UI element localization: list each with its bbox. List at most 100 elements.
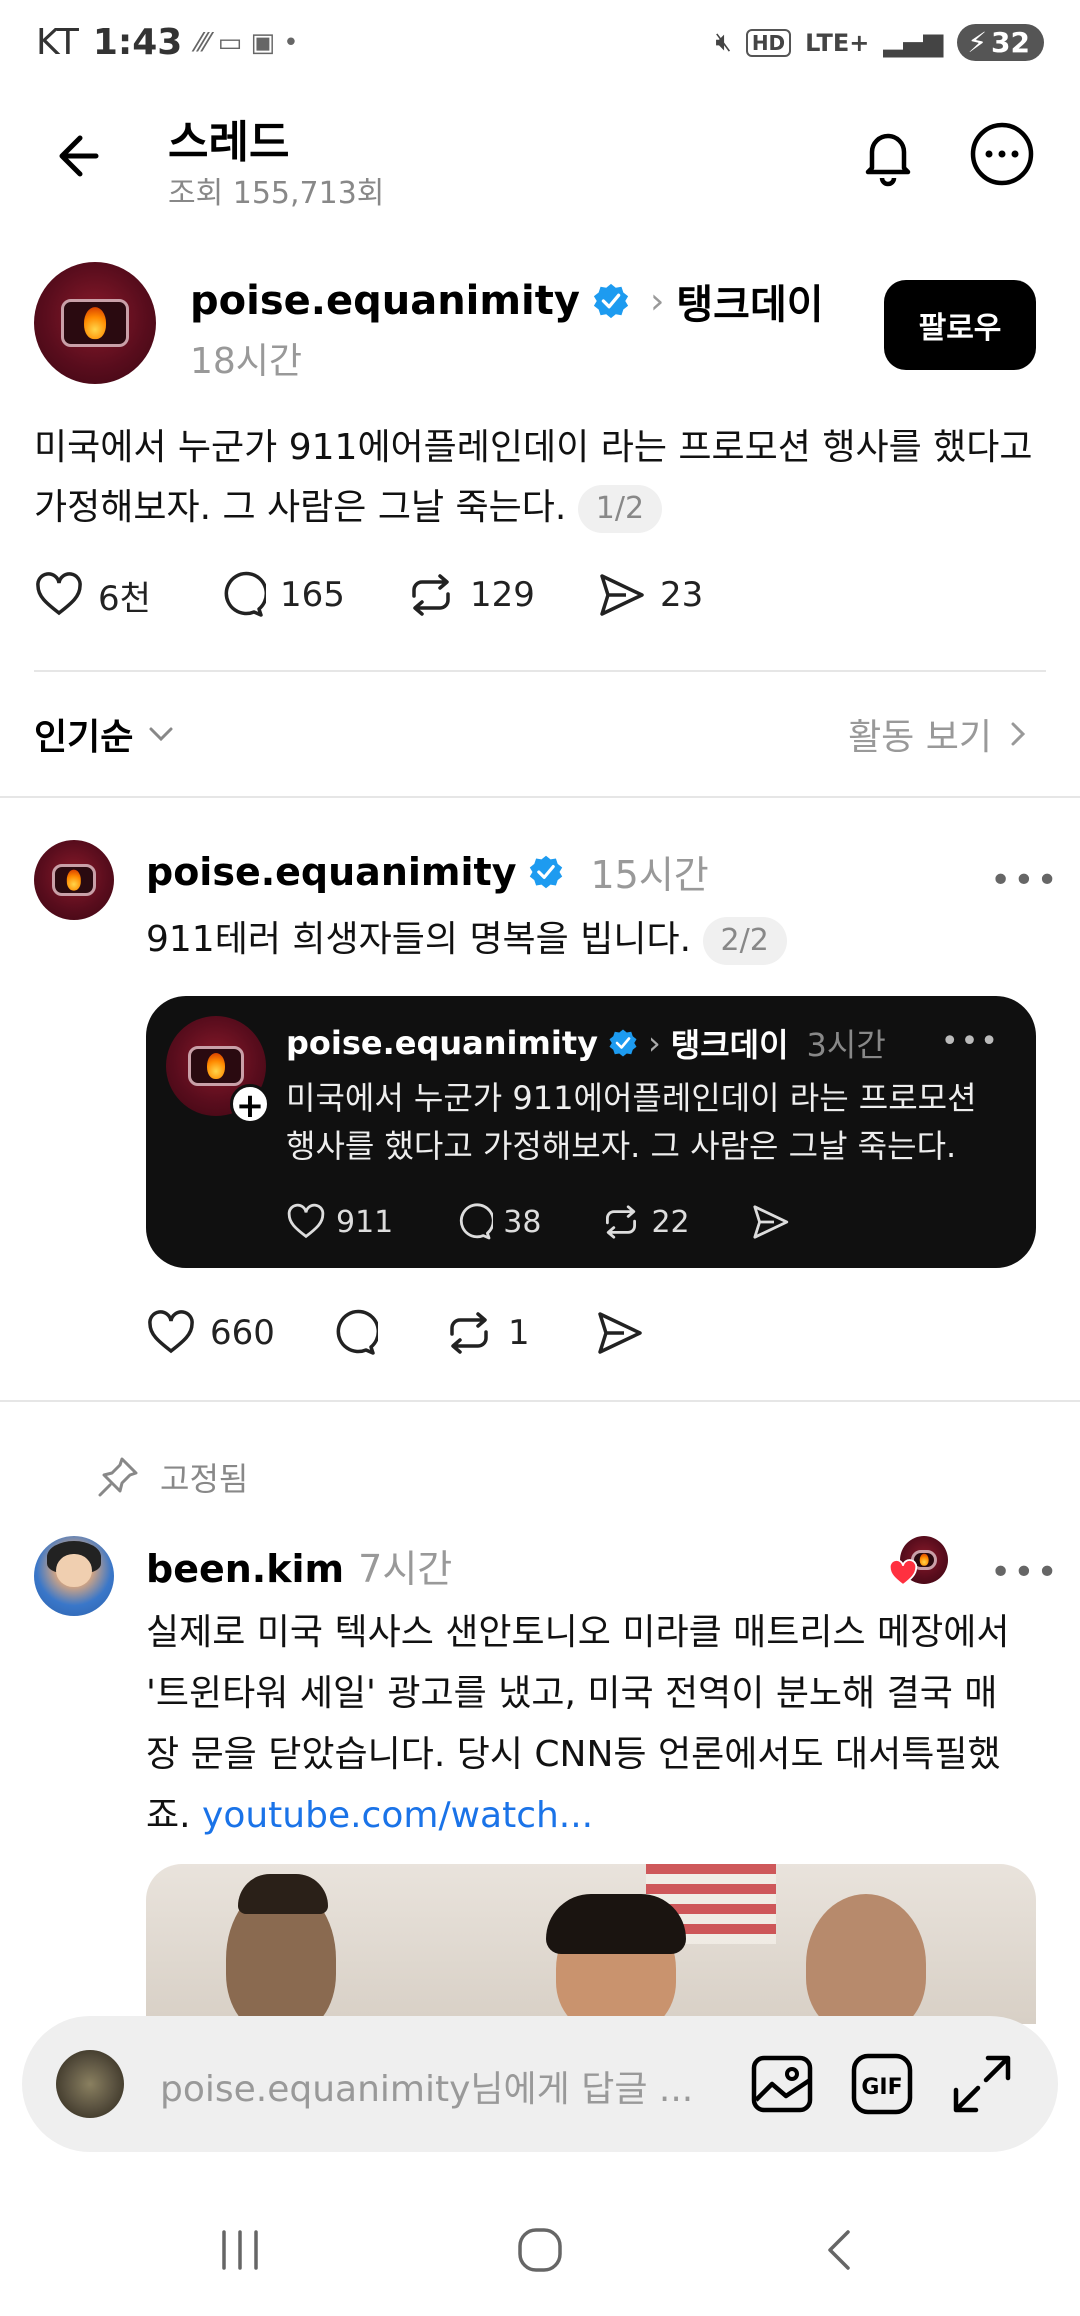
topic-tag: 탱크데이 <box>670 1026 789 1064</box>
topic-tag[interactable]: 탱크데이 <box>676 272 823 330</box>
mute-icon: 🔇︎ <box>715 27 732 57</box>
heart-filled-icon <box>888 1559 918 1587</box>
section-divider <box>0 1400 1080 1402</box>
repost-count: 1 <box>508 1313 530 1353</box>
notification-icons: ⁄⁄⁄ ▭ ▣ • <box>196 27 299 58</box>
bell-icon <box>865 133 911 187</box>
avatar[interactable] <box>34 840 114 920</box>
like-button[interactable]: 911 <box>286 1202 393 1242</box>
reply-count: 165 <box>280 575 345 615</box>
repost-button[interactable]: 22 <box>601 1202 690 1242</box>
divider <box>34 670 1046 672</box>
chevron-down-icon <box>149 727 173 742</box>
notifications-button[interactable] <box>852 118 924 190</box>
post-actions: 660 1 <box>146 1308 644 1358</box>
post-actions: 6천 165 129 23 <box>34 570 703 620</box>
repost-icon <box>450 1312 488 1354</box>
post-time: 15시간 <box>590 853 709 897</box>
post-text: 실제로 미국 텍사스 샌안토니오 미라클 매트리스 메장에서 '트윈타워 세일'… <box>146 1612 1010 1836</box>
person-right <box>806 1894 926 2024</box>
reply-button[interactable]: 38 <box>453 1202 541 1242</box>
avatar[interactable] <box>34 1536 114 1616</box>
verified-badge-icon <box>530 855 563 888</box>
repost-icon <box>606 1205 637 1239</box>
share-button[interactable]: 23 <box>596 570 703 620</box>
hd-icon: HD <box>745 28 792 57</box>
comment-icon <box>336 1309 378 1355</box>
verified-badge-icon <box>593 283 629 319</box>
post-text: 911테러 희생자들의 명복을 빕니다. 2/2 <box>146 910 787 970</box>
comment-icon <box>460 1203 494 1240</box>
like-button[interactable]: 660 <box>146 1308 328 1358</box>
quoted-post[interactable]: + poise.equanimity › 탱크데이 3시간 ••• 미국에서 누… <box>146 996 1036 1268</box>
share-count: 23 <box>660 575 704 615</box>
image-icon <box>751 2055 813 2113</box>
like-button[interactable]: 6천 <box>34 570 216 620</box>
more-options-button[interactable]: ••• <box>990 860 1060 901</box>
expand-icon <box>953 2055 1011 2113</box>
reply-button[interactable] <box>328 1308 444 1358</box>
heart-icon <box>287 1203 325 1239</box>
repost-button[interactable]: 129 <box>406 570 596 620</box>
reply-button[interactable]: 165 <box>216 570 406 620</box>
gif-icon: GIF <box>851 2053 913 2115</box>
pinned-label: 고정됨 <box>160 1460 249 1498</box>
like-count: 6천 <box>98 578 151 619</box>
verified-badge-icon <box>609 1029 637 1057</box>
chevron-left-icon <box>828 2230 850 2270</box>
page-title: 스레드 <box>168 117 290 168</box>
gif-button[interactable]: GIF <box>848 2050 916 2118</box>
carrier: KT <box>36 22 79 63</box>
reply-composer[interactable]: poise.equanimity님에게 답글 ... GIF <box>22 2016 1058 2152</box>
section-divider <box>0 796 1080 798</box>
image-button[interactable] <box>748 2050 816 2118</box>
clock: 1:43 <box>92 22 183 63</box>
username[interactable]: been.kim <box>146 1547 344 1591</box>
back-button[interactable] <box>50 120 122 192</box>
post-time: 18시간 <box>190 341 303 382</box>
repost-button[interactable]: 1 <box>444 1308 594 1358</box>
more-options-button[interactable]: ••• <box>990 1552 1060 1593</box>
home-button[interactable] <box>510 2220 570 2280</box>
more-options-button[interactable] <box>968 120 1036 188</box>
svg-text:GIF: GIF <box>861 2075 902 2100</box>
comment-icon <box>224 571 266 617</box>
share-button[interactable] <box>750 1202 790 1242</box>
send-icon <box>753 1205 788 1239</box>
recent-apps-button[interactable] <box>210 2220 270 2280</box>
expand-button[interactable] <box>948 2050 1016 2118</box>
back-nav-button[interactable] <box>810 2220 870 2280</box>
youtube-link[interactable]: youtube.com/watch... <box>202 1795 593 1836</box>
arrow-left-icon <box>59 135 99 177</box>
repost-count: 129 <box>470 575 535 615</box>
thread-index-badge: 1/2 <box>577 485 663 533</box>
plus-icon[interactable]: + <box>230 1084 270 1125</box>
my-avatar <box>56 2050 124 2118</box>
send-icon <box>598 1312 642 1354</box>
network-type: LTE+ <box>805 28 870 57</box>
more-options-button[interactable]: ••• <box>941 1024 1000 1059</box>
avatar[interactable] <box>34 262 156 384</box>
reply-input[interactable]: poise.equanimity님에게 답글 ... <box>160 2060 740 2112</box>
sort-dropdown[interactable]: 인기순 <box>34 708 175 760</box>
chevron-right-icon: › <box>647 1024 661 1062</box>
reply-count: 38 <box>503 1204 542 1240</box>
like-count: 911 <box>336 1204 394 1240</box>
status-bar: KT 1:43 ⁄⁄⁄ ▭ ▣ • 🔇︎ HD LTE+ ▂▄▆ ⚡ 32 <box>0 0 1080 90</box>
chevron-right-icon <box>1011 722 1026 746</box>
username[interactable]: poise.equanimity <box>146 850 516 894</box>
follow-button[interactable]: 팔로우 <box>884 280 1036 370</box>
video-thumbnail[interactable] <box>146 1864 1036 2024</box>
view-activity-link[interactable]: 활동 보기 <box>848 708 1030 760</box>
home-icon <box>518 2228 562 2272</box>
post-time: 3시간 <box>806 1026 886 1064</box>
share-button[interactable] <box>594 1308 644 1358</box>
quoted-text: 미국에서 누군가 911에어플레인데이 라는 프로모션 행사를 했다고 가정해보… <box>286 1079 977 1165</box>
more-circle-icon <box>970 122 1034 186</box>
recents-icon <box>222 2230 258 2270</box>
username: poise.equanimity <box>286 1024 598 1062</box>
signal-icon: ▂▄▆ <box>883 27 944 58</box>
heart-icon <box>36 572 82 616</box>
username[interactable]: poise.equanimity <box>190 278 580 324</box>
chevron-right-icon: › <box>649 280 665 322</box>
